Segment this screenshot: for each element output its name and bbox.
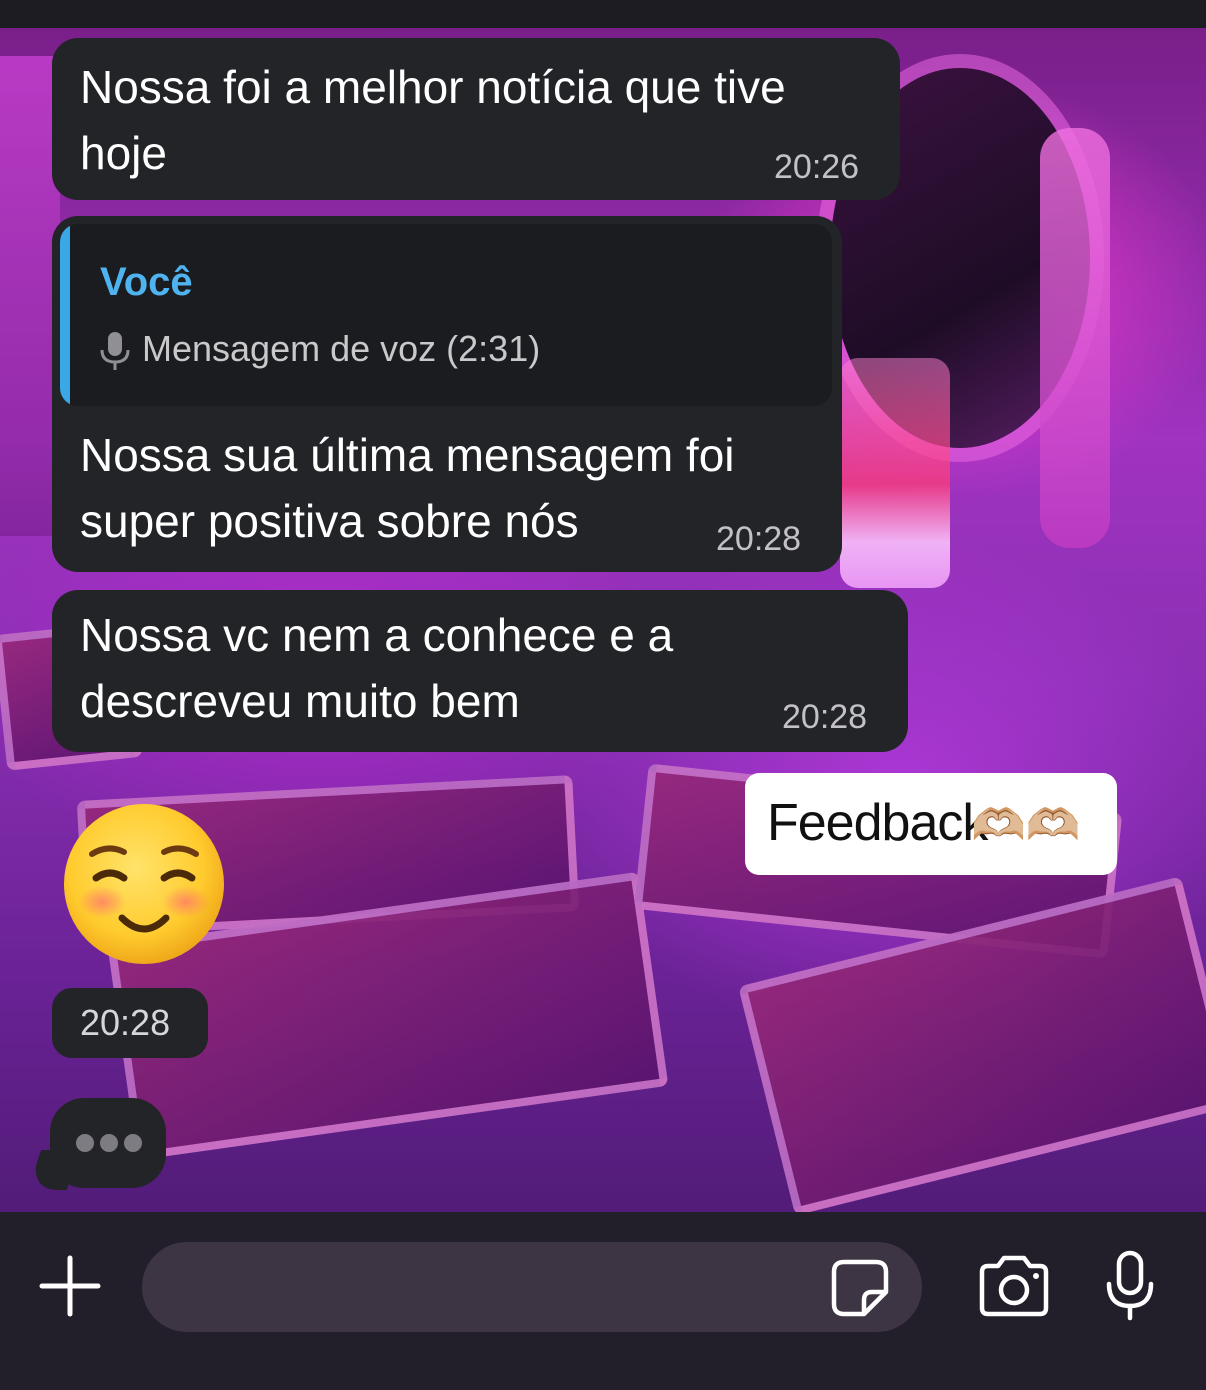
typing-dot [124,1134,142,1152]
plus-icon[interactable] [38,1254,102,1318]
reply-accent-bar [60,224,70,406]
feedback-sticker: Feedback 🫶🏼🫶🏼 [745,773,1117,875]
message-time: 20:28 [80,1002,171,1043]
reply-snippet: Mensagem de voz (2:31) [142,328,541,369]
microphone-icon[interactable] [1104,1250,1156,1322]
typing-indicator [50,1098,166,1188]
wallpaper-candle-jar [840,358,950,588]
message-input[interactable] [142,1242,922,1332]
message-time: 20:28 [716,520,802,558]
wallpaper-flowers [0,56,60,536]
microphone-icon [100,332,130,370]
emoji-time-badge: 20:28 [52,988,208,1058]
wallpaper-mirror-stand [1040,128,1110,548]
reply-author: Você [100,260,193,304]
incoming-message[interactable]: Nossa vc nem a conhece e a descreveu mui… [52,590,908,752]
status-bar [0,0,1206,28]
message-text: Nossa foi a melhor notícia que tive hoje [80,61,786,179]
camera-icon[interactable] [976,1254,1052,1318]
message-text: Nossa vc nem a conhece e a descreveu mui… [80,609,674,727]
typing-dot [76,1134,94,1152]
quoted-reply[interactable]: Você Mensagem de voz (2:31) [60,224,832,406]
smiling-face-emoji[interactable] [62,802,226,966]
incoming-message[interactable]: Nossa foi a melhor notícia que tive hoje… [52,38,900,200]
sticker-text: Feedback [767,794,988,852]
message-text: Nossa sua última mensagem foi super posi… [80,429,735,547]
message-time: 20:26 [774,148,860,186]
typing-dot [100,1134,118,1152]
message-time: 20:28 [782,698,868,736]
sticker-icon[interactable] [830,1258,890,1318]
heart-hands-icon: 🫶🏼🫶🏼 [971,801,1081,850]
